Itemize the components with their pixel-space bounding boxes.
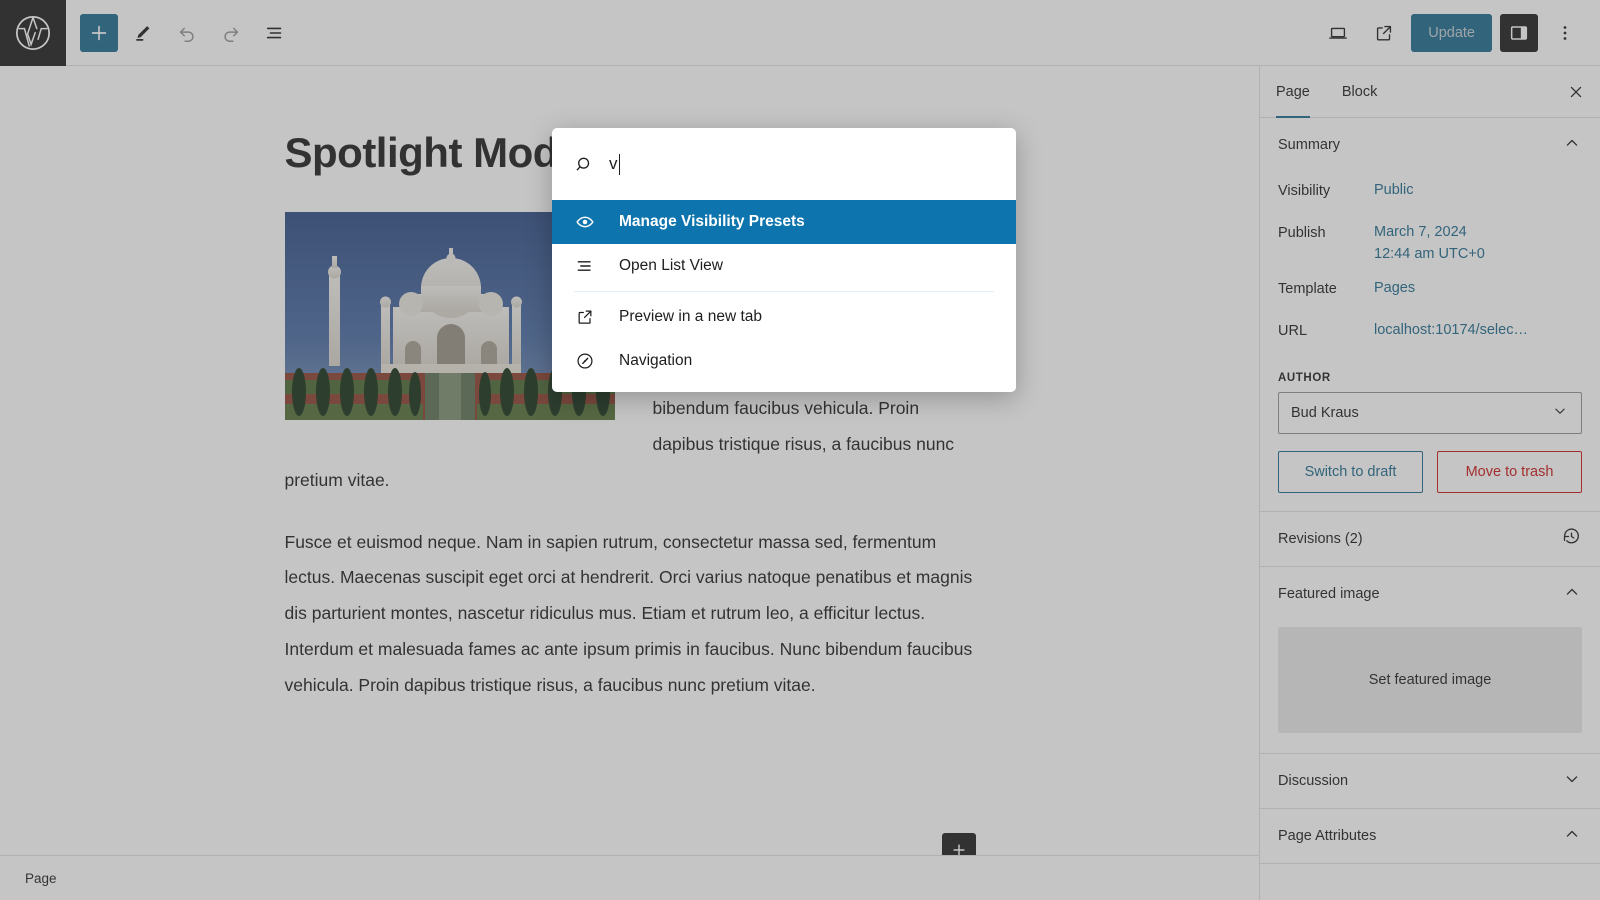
compass-icon — [574, 351, 596, 371]
command-palette-separator — [574, 291, 994, 292]
command-item-preview-in-new-tab[interactable]: Preview in a new tab — [552, 295, 1016, 339]
list-view-icon — [574, 256, 596, 276]
search-icon — [574, 154, 595, 175]
wordpress-block-editor: Update Spotlight Mode bibendum faucibus … — [0, 0, 1600, 900]
search-input-value: v — [609, 154, 618, 173]
command-item-label: Manage Visibility Presets — [619, 213, 805, 230]
eye-icon — [574, 212, 596, 232]
command-palette-search-input[interactable]: v — [609, 153, 620, 175]
command-item-manage-visibility-presets[interactable]: Manage Visibility Presets — [552, 200, 1016, 244]
command-item-label: Preview in a new tab — [619, 308, 763, 325]
text-caret — [618, 153, 620, 175]
command-item-label: Open List View — [619, 257, 723, 274]
command-item-navigation[interactable]: Navigation — [552, 339, 1016, 383]
external-link-icon — [574, 307, 596, 327]
command-palette-search-row: v — [552, 128, 1016, 200]
command-item-open-list-view[interactable]: Open List View — [552, 244, 1016, 288]
command-item-label: Navigation — [619, 352, 693, 369]
command-palette: v Manage Visibility Presets Open List Vi… — [552, 128, 1016, 392]
